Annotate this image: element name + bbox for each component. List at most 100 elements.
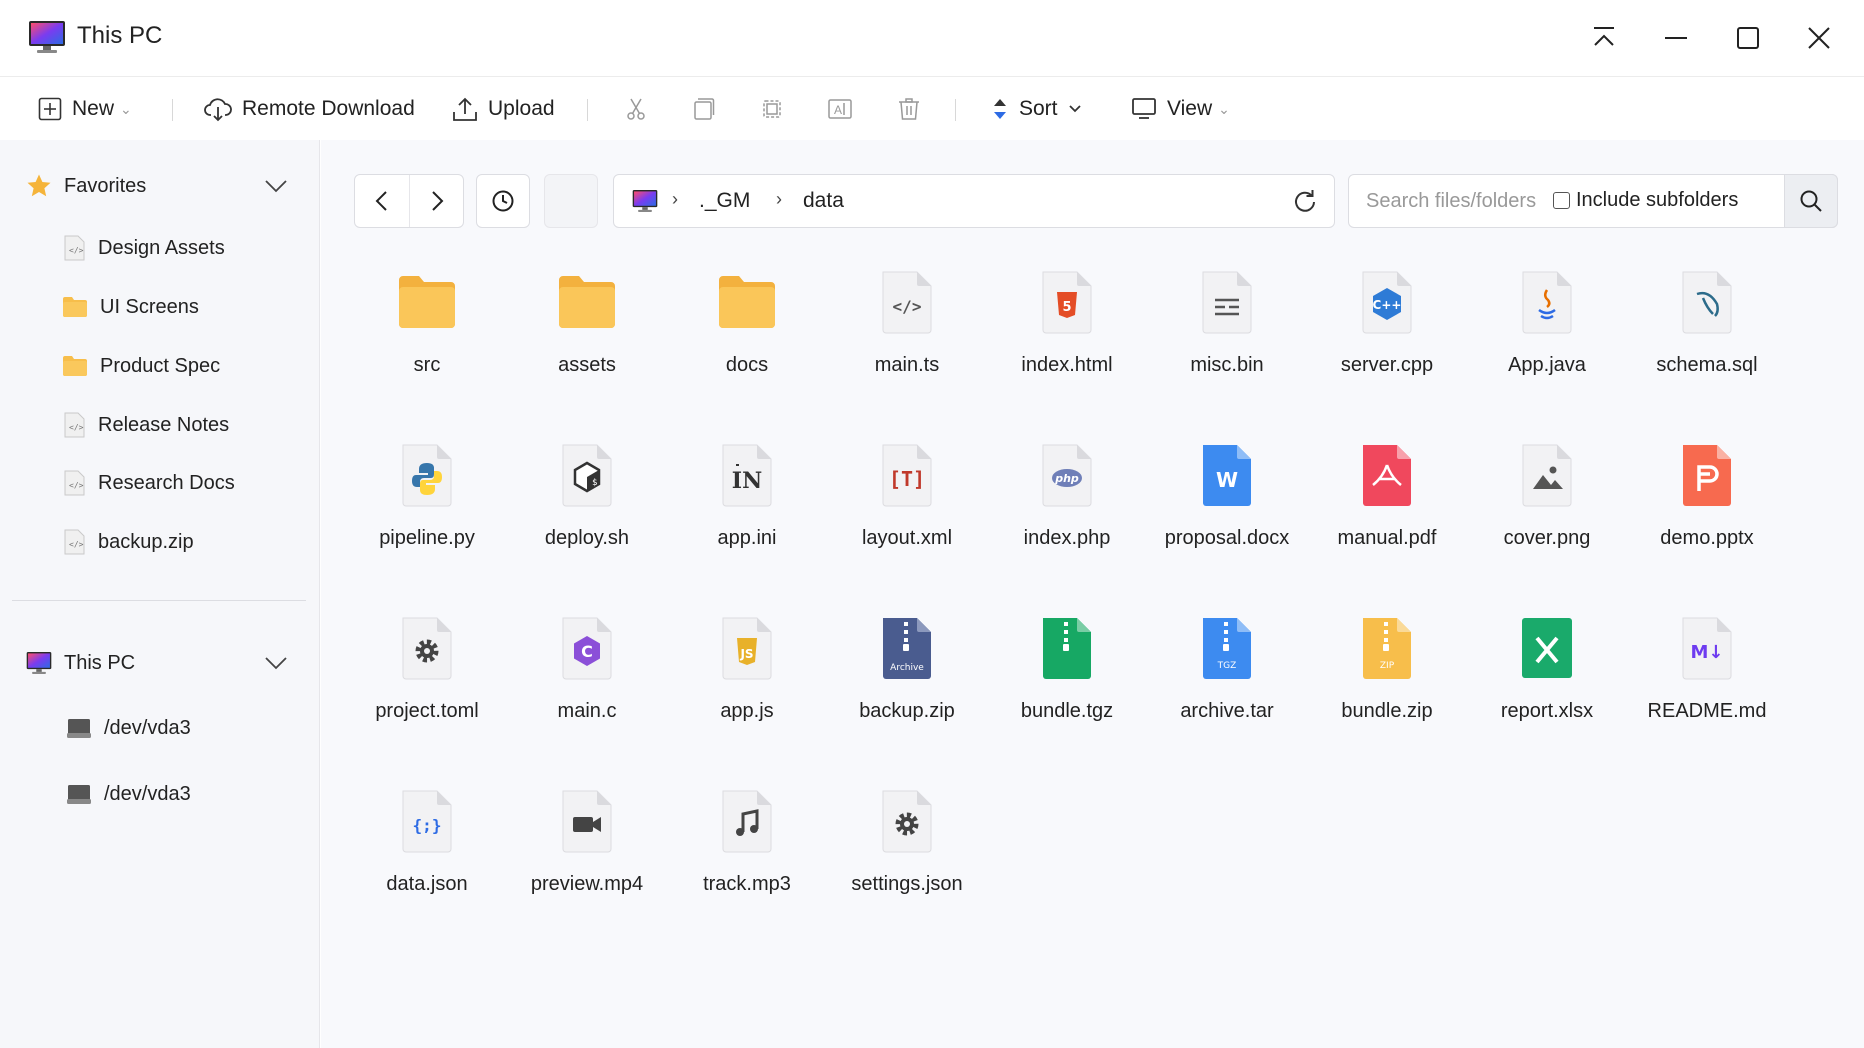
file-item[interactable]: JS app.js [667, 606, 827, 756]
svg-text:JS: JS [739, 647, 753, 661]
new-button[interactable]: New ⌄ [38, 91, 132, 127]
computer-icon[interactable] [632, 189, 658, 213]
back-button[interactable] [355, 175, 409, 227]
sidebar-item-research-docs[interactable]: </> Research Docs [62, 466, 235, 500]
minimize-button[interactable] [1652, 14, 1700, 62]
move-icon [763, 100, 781, 118]
file-item[interactable]: assets [507, 260, 667, 410]
include-subfolders-checkbox[interactable]: Include subfolders [1553, 189, 1738, 212]
delete-button[interactable] [893, 93, 925, 125]
svg-text:</>: </> [893, 297, 922, 316]
file-item[interactable]: {;} data.json [347, 779, 507, 929]
rename-button[interactable]: A [824, 93, 856, 125]
file-item[interactable]: $ deploy.sh [507, 433, 667, 583]
cut-button[interactable] [620, 93, 652, 125]
svg-text:$: $ [592, 478, 597, 488]
search-button[interactable] [1784, 174, 1838, 228]
js-file-icon: JS [722, 617, 772, 680]
breadcrumb-item[interactable]: ._GM [699, 189, 750, 213]
sidebar-item-product-spec[interactable]: Product Spec [62, 349, 220, 383]
sort-button[interactable]: Sort [991, 91, 1082, 127]
file-item[interactable]: TGZ archive.tar [1147, 606, 1307, 756]
tgz-blue-file-icon: TGZ [1203, 618, 1251, 679]
maximize-button[interactable] [1724, 14, 1772, 62]
sidebar-item-drive[interactable]: /dev/vda3 [66, 777, 191, 811]
remote-download-label: Remote Download [242, 97, 415, 120]
file-item[interactable]: ZIP bundle.zip [1307, 606, 1467, 756]
file-item[interactable]: M↓ README.md [1627, 606, 1787, 756]
file-item[interactable]: report.xlsx [1467, 606, 1627, 756]
file-item[interactable]: C++ server.cpp [1307, 260, 1467, 410]
file-code-icon: </> [64, 529, 85, 555]
file-item[interactable]: schema.sql [1627, 260, 1787, 410]
svg-text:C: C [581, 642, 593, 661]
file-item[interactable]: </> main.ts [827, 260, 987, 410]
file-item[interactable]: track.mp3 [667, 779, 827, 929]
close-button[interactable] [1795, 14, 1843, 62]
favorites-section-header[interactable]: Favorites [26, 168, 146, 204]
chevron-down-icon[interactable] [262, 172, 290, 200]
file-item[interactable]: docs [667, 260, 827, 410]
folder-icon [719, 276, 775, 328]
file-item[interactable]: settings.json [827, 779, 987, 929]
move-button[interactable] [756, 93, 788, 125]
cpp-file-icon: C++ [1362, 271, 1412, 334]
file-item[interactable]: preview.mp4 [507, 779, 667, 929]
search-icon [1800, 190, 1822, 212]
file-name: main.c [557, 700, 617, 722]
drive-icon [67, 719, 91, 738]
sidebar-item-label: /dev/vda3 [104, 716, 191, 739]
file-item[interactable]: manual.pdf [1307, 433, 1467, 583]
word-file-icon: W [1203, 445, 1251, 506]
chevron-down-icon[interactable] [262, 649, 290, 677]
history-button[interactable] [476, 174, 530, 228]
sidebar-item-drive[interactable]: /dev/vda3 [66, 711, 191, 745]
breadcrumb-item[interactable]: data [803, 189, 844, 213]
file-item[interactable]: [T] layout.xml [827, 433, 987, 583]
copy-button[interactable] [688, 93, 720, 125]
file-item[interactable]: project.toml [347, 606, 507, 756]
file-item[interactable]: src [347, 260, 507, 410]
search-input[interactable] [1350, 176, 1540, 226]
file-name: bundle.tgz [1020, 700, 1114, 722]
file-item[interactable]: 5 index.html [987, 260, 1147, 410]
up-button[interactable] [544, 174, 598, 228]
file-item[interactable]: demo.pptx [1627, 433, 1787, 583]
file-item[interactable]: IN app.ini [667, 433, 827, 583]
sidebar-item-release-notes[interactable]: </> Release Notes [62, 408, 229, 442]
folder-icon [63, 297, 87, 317]
rename-icon: A [828, 99, 852, 119]
refresh-icon[interactable] [1290, 187, 1320, 217]
file-item[interactable]: misc.bin [1147, 260, 1307, 410]
upload-button[interactable]: Upload [452, 91, 555, 127]
chevron-down-icon [1068, 105, 1081, 113]
svg-text:</>: </> [69, 423, 84, 432]
file-item[interactable]: bundle.tgz [987, 606, 1147, 756]
thispc-section-header[interactable]: This PC [26, 645, 135, 681]
html-file-icon: 5 [1042, 271, 1092, 334]
excel-file-icon [1522, 618, 1572, 678]
json-file-icon: {;} [402, 790, 452, 853]
file-item[interactable]: pipeline.py [347, 433, 507, 583]
file-item[interactable]: Wproposal.docx [1147, 433, 1307, 583]
remote-download-button[interactable]: Remote Download [204, 91, 415, 127]
scissors-icon [627, 98, 645, 120]
file-item[interactable]: cover.png [1467, 433, 1627, 583]
file-item[interactable]: Archive backup.zip [827, 606, 987, 756]
file-name: report.xlsx [1500, 700, 1594, 722]
chevron-down-icon: ⌄ [1218, 100, 1230, 117]
file-item[interactable]: App.java [1467, 260, 1627, 410]
file-name: assets [558, 354, 616, 376]
c-file-icon: C [562, 617, 612, 680]
sidebar-item-backup-zip[interactable]: </> backup.zip [62, 525, 194, 559]
shell-file-icon: $ [562, 444, 612, 507]
sidebar-item-design-assets[interactable]: </> Design Assets [62, 231, 225, 265]
file-item[interactable]: php index.php [987, 433, 1147, 583]
view-button[interactable]: View ⌄ [1131, 91, 1230, 127]
plus-square-icon [38, 97, 62, 121]
file-item[interactable]: Cmain.c [507, 606, 667, 756]
sidebar-item-label: Design Assets [98, 236, 225, 259]
collapse-button[interactable] [1580, 14, 1628, 62]
forward-button[interactable] [409, 175, 463, 227]
sidebar-item-ui-screens[interactable]: UI Screens [62, 290, 199, 324]
